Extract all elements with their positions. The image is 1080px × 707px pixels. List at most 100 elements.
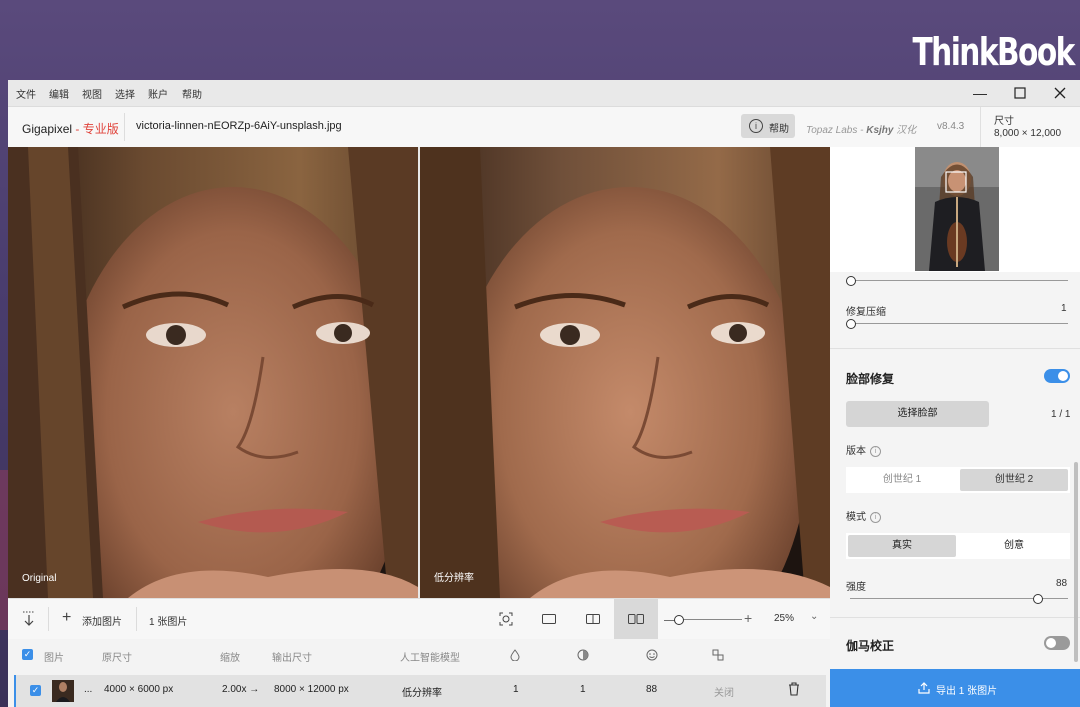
- menu-edit[interactable]: 编辑: [49, 86, 69, 101]
- original-pane[interactable]: Original: [8, 147, 418, 598]
- compression-value: 1: [1061, 303, 1067, 314]
- face-recovery-title: 脸部修复: [846, 372, 895, 386]
- strength-label: 强度: [846, 582, 866, 593]
- preview-pane[interactable]: 低分辨率: [420, 147, 830, 598]
- navigator: [830, 147, 1080, 272]
- close-icon[interactable]: [1040, 80, 1080, 106]
- file-name: victoria-linnen-nEORZp-6AiY-unsplash.jpg: [136, 120, 342, 132]
- image-table-header: ✓ 图片 原尺寸 缩放 输出尺寸 人工智能模型: [8, 639, 830, 669]
- gamma-correction-toggle[interactable]: [1044, 636, 1070, 650]
- thinkbook-logo: ThinkBook: [912, 30, 1076, 74]
- chevron-down-icon[interactable]: ⌄: [810, 611, 818, 622]
- collapse-panel-icon[interactable]: [18, 608, 40, 630]
- menu-select[interactable]: 选择: [115, 86, 135, 101]
- split-view-icon[interactable]: [582, 608, 604, 630]
- menu-account[interactable]: 账户: [148, 86, 168, 101]
- credit-name: Ksjhy: [866, 125, 894, 136]
- version-option-1[interactable]: 创世纪 1: [848, 469, 956, 491]
- row-gamma-status: 关闭: [714, 688, 734, 699]
- table-row[interactable]: ✓ ... 4000 × 6000 px 2.00x → 8000 × 1200…: [14, 675, 826, 707]
- size-value: 8,000 × 12,000: [994, 128, 1062, 139]
- row-model: 低分辨率: [402, 688, 442, 699]
- app-name: Gigapixel - 专业版: [22, 120, 119, 137]
- zoom-slider-knob[interactable]: [674, 615, 684, 625]
- zoom-level: 25%: [774, 613, 795, 624]
- header-divider-2: [980, 107, 981, 147]
- face-count: 1 / 1: [1051, 409, 1071, 420]
- version-label: 版本 i: [846, 442, 881, 457]
- menu-view[interactable]: 视图: [82, 86, 102, 101]
- export-icon: [918, 682, 930, 694]
- row-scale: 2.00x →: [222, 684, 260, 695]
- side-by-side-icon: [628, 614, 644, 624]
- app-edition: - 专业版: [75, 122, 119, 136]
- compression-label: 修复压缩: [846, 307, 886, 318]
- version-label-text: 版本: [846, 446, 866, 457]
- mode-option-creative[interactable]: 创意: [960, 535, 1068, 557]
- select-all-checkbox[interactable]: ✓: [22, 649, 33, 660]
- compression-slider-knob[interactable]: [846, 319, 856, 329]
- row-face-value: 88: [646, 684, 658, 695]
- add-image-button[interactable]: + 添加图片: [58, 599, 130, 639]
- select-face-button[interactable]: 选择脸部: [846, 401, 989, 427]
- row-orig-size: 4000 × 6000 px: [104, 684, 174, 695]
- minimize-icon[interactable]: —: [960, 80, 1000, 106]
- export-button[interactable]: 导出 1 张图片: [830, 669, 1080, 707]
- mode-option-realistic[interactable]: 真实: [848, 535, 956, 557]
- mode-label: 模式 i: [846, 508, 881, 523]
- section-separator-2: [830, 617, 1080, 618]
- strength-value: 88: [1056, 578, 1068, 589]
- original-label: Original: [22, 573, 57, 584]
- face-recovery-toggle[interactable]: [1044, 369, 1070, 383]
- face-detect-icon[interactable]: [495, 608, 517, 630]
- sidebar-scrollbar[interactable]: [1074, 462, 1078, 662]
- zoom-in-icon[interactable]: +: [744, 610, 752, 626]
- version-info-icon[interactable]: i: [870, 445, 881, 457]
- strength-slider-knob[interactable]: [1033, 594, 1043, 604]
- preview-label: 低分辨率: [434, 573, 474, 584]
- row-thumbnail: [52, 680, 74, 702]
- app-name-text: Gigapixel: [22, 122, 73, 136]
- info-icon: i: [749, 119, 763, 133]
- top-slider-knob[interactable]: [846, 276, 856, 286]
- gamma-correction-title: 伽马校正: [846, 639, 895, 653]
- preview-photo: [420, 147, 830, 598]
- plus-icon: +: [62, 609, 72, 626]
- help-button[interactable]: i 帮助: [741, 114, 795, 138]
- version-option-2[interactable]: 创世纪 2: [960, 469, 1068, 491]
- col-scale: 缩放: [220, 653, 240, 664]
- sharpen-icon: [577, 649, 589, 664]
- original-photo: [8, 147, 418, 598]
- credit-suffix: 汉化: [893, 125, 917, 136]
- header-divider: [124, 113, 125, 141]
- credit-text: Topaz Labs - Ksjhy 汉化: [806, 121, 916, 136]
- zoom-slider-track: [680, 619, 742, 620]
- mode-label-text: 模式: [846, 512, 866, 523]
- col-orig-size: 原尺寸: [102, 653, 132, 664]
- row-checkbox[interactable]: ✓: [30, 685, 41, 696]
- row-denoise-value: 1: [513, 684, 519, 695]
- side-by-side-view-button[interactable]: [614, 599, 658, 639]
- mode-info-icon[interactable]: i: [870, 511, 881, 523]
- settings-sidebar: 修复压缩 1 脸部修复 选择脸部 1 / 1 版本 i 创世纪 1 创世纪 2 模…: [830, 147, 1080, 707]
- denoise-icon: [510, 649, 520, 664]
- credit-prefix: Topaz Labs -: [806, 125, 867, 136]
- single-view-icon[interactable]: [538, 608, 560, 630]
- trash-icon[interactable]: [788, 682, 800, 699]
- desktop-background-accent: [0, 470, 8, 630]
- row-sharpen-value: 1: [580, 684, 586, 695]
- help-label: 帮助: [769, 124, 789, 135]
- maximize-icon[interactable]: [1000, 80, 1040, 106]
- bottom-toolbar: + 添加图片 1 张图片 — + 25% ⌄: [8, 598, 830, 640]
- image-count: 1 张图片: [149, 617, 188, 628]
- toolbar-divider: [48, 607, 49, 631]
- image-viewer[interactable]: Original 低分辨率: [8, 147, 830, 598]
- menu-help[interactable]: 帮助: [182, 86, 202, 101]
- version-text: v8.4.3: [937, 121, 965, 132]
- menu-file[interactable]: 文件: [16, 86, 36, 101]
- section-separator: [830, 348, 1080, 349]
- navigator-thumbnail[interactable]: [915, 147, 999, 271]
- menubar: 文件 编辑 视图 选择 账户 帮助 —: [8, 80, 1080, 107]
- app-header: Gigapixel - 专业版 victoria-linnen-nEORZp-6…: [8, 107, 1080, 148]
- row-output-size: 8000 × 12000 px: [274, 684, 349, 695]
